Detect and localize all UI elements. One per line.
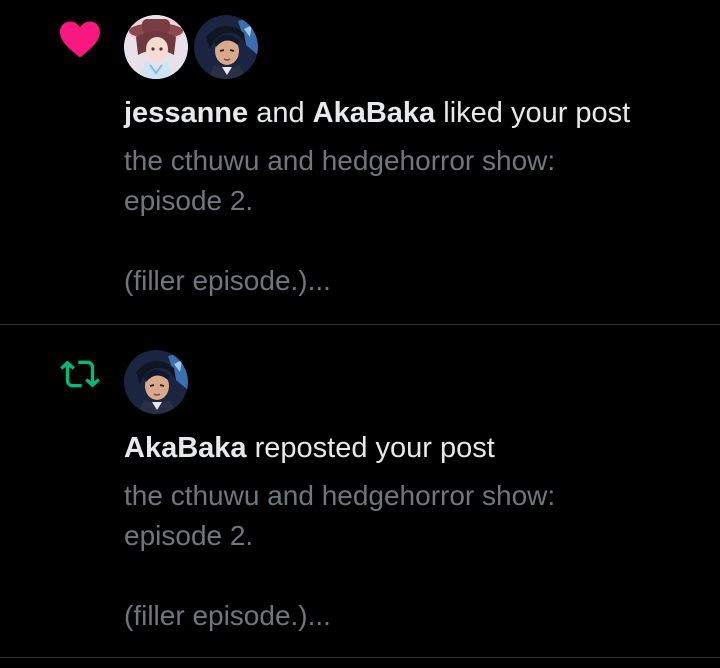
- snippet-line: (filler episode.)...: [124, 265, 331, 296]
- snippet-spacer: [124, 221, 684, 261]
- action-text: liked your post: [443, 97, 631, 129]
- notification-headline: jessanne and AkaBaka liked your post: [124, 95, 630, 131]
- snippet-line: the cthuwu and hedgehorror show:: [124, 480, 556, 511]
- avatar-jessanne[interactable]: [124, 15, 188, 79]
- snippet-line: (filler episode.)...: [124, 600, 331, 631]
- snippet-line: episode 2.: [124, 185, 254, 216]
- avatar-akabaka[interactable]: [124, 350, 188, 414]
- user-name-link[interactable]: AkaBaka: [313, 97, 436, 129]
- post-snippet[interactable]: the cthuwu and hedgehorror show: episode…: [124, 141, 684, 301]
- heart-icon: [57, 16, 103, 62]
- avatar-group: [124, 350, 188, 414]
- user-name-link[interactable]: AkaBaka: [124, 432, 247, 464]
- notification-headline: AkaBaka reposted your post: [124, 430, 495, 466]
- repost-icon: [57, 351, 103, 397]
- notification-repost[interactable]: AkaBaka reposted your post the cthuwu an…: [0, 325, 720, 658]
- notifications-feed: jessanne and AkaBaka liked your post the…: [0, 0, 720, 668]
- joiner-text: and: [256, 97, 305, 129]
- avatar-group: [124, 15, 258, 79]
- snippet-spacer: [124, 556, 684, 596]
- post-snippet[interactable]: the cthuwu and hedgehorror show: episode…: [124, 476, 684, 636]
- notification-like[interactable]: jessanne and AkaBaka liked your post the…: [0, 0, 720, 325]
- snippet-line: the cthuwu and hedgehorror show:: [124, 145, 556, 176]
- snippet-line: episode 2.: [124, 520, 254, 551]
- action-text: reposted your post: [254, 432, 495, 464]
- avatar-akabaka[interactable]: [194, 15, 258, 79]
- user-name-link[interactable]: jessanne: [124, 97, 248, 129]
